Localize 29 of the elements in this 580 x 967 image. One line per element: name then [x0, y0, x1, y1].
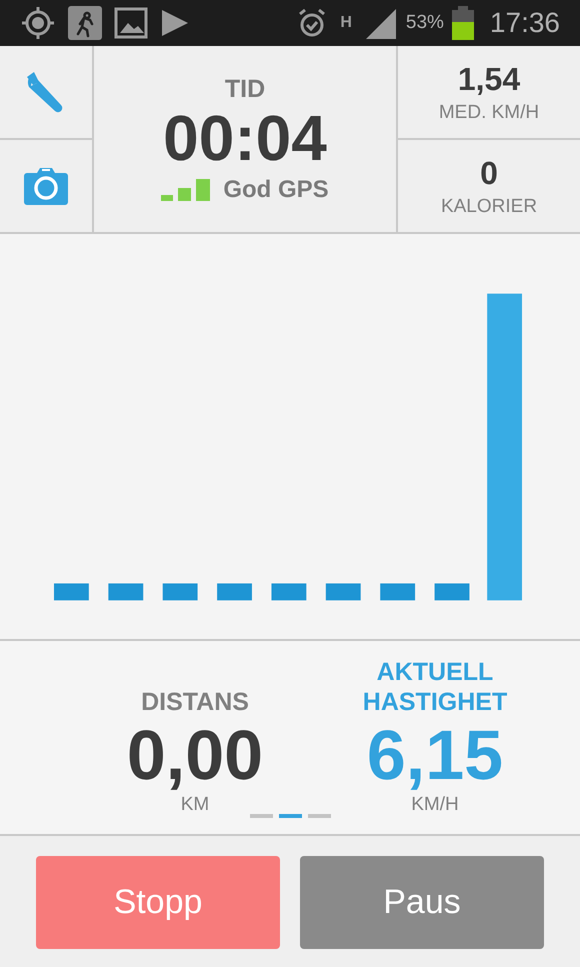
stat-value: 0,00 — [126, 717, 264, 794]
calories-value: 0 — [480, 154, 498, 192]
camera-icon — [23, 167, 69, 205]
pause-button[interactable]: Paus — [300, 856, 544, 949]
gps-signal-icon — [161, 178, 212, 202]
stat-label: DISTANS — [140, 687, 250, 717]
battery-percent: 53% — [406, 12, 444, 34]
gps-status: God GPS — [223, 176, 329, 204]
network-type: H — [340, 14, 352, 32]
stat-value: 6,15 — [366, 717, 504, 794]
image-icon — [114, 7, 148, 39]
page-indicator[interactable] — [250, 814, 273, 818]
average-speed-value: 1,54 — [458, 60, 520, 98]
stop-button[interactable]: Stopp — [36, 856, 280, 949]
page-indicator[interactable] — [308, 814, 331, 818]
stat-unit: KM — [180, 794, 210, 816]
crosshair-icon — [20, 5, 56, 41]
battery-icon — [452, 6, 474, 40]
elapsed-time: 00:04 — [163, 106, 327, 170]
clock: 17:36 — [490, 7, 560, 39]
stat-unit: KM/H — [411, 794, 459, 816]
stat-label: AKTUELL HASTIGHET — [362, 657, 508, 717]
time-label: TID — [224, 74, 266, 104]
play-icon — [160, 8, 190, 38]
runner-icon — [68, 6, 102, 40]
signal-icon — [364, 7, 398, 39]
calories-label: KALORIER — [440, 196, 538, 218]
page-indicator[interactable] — [279, 814, 302, 818]
average-speed-label: MED. KM/H — [438, 102, 540, 124]
